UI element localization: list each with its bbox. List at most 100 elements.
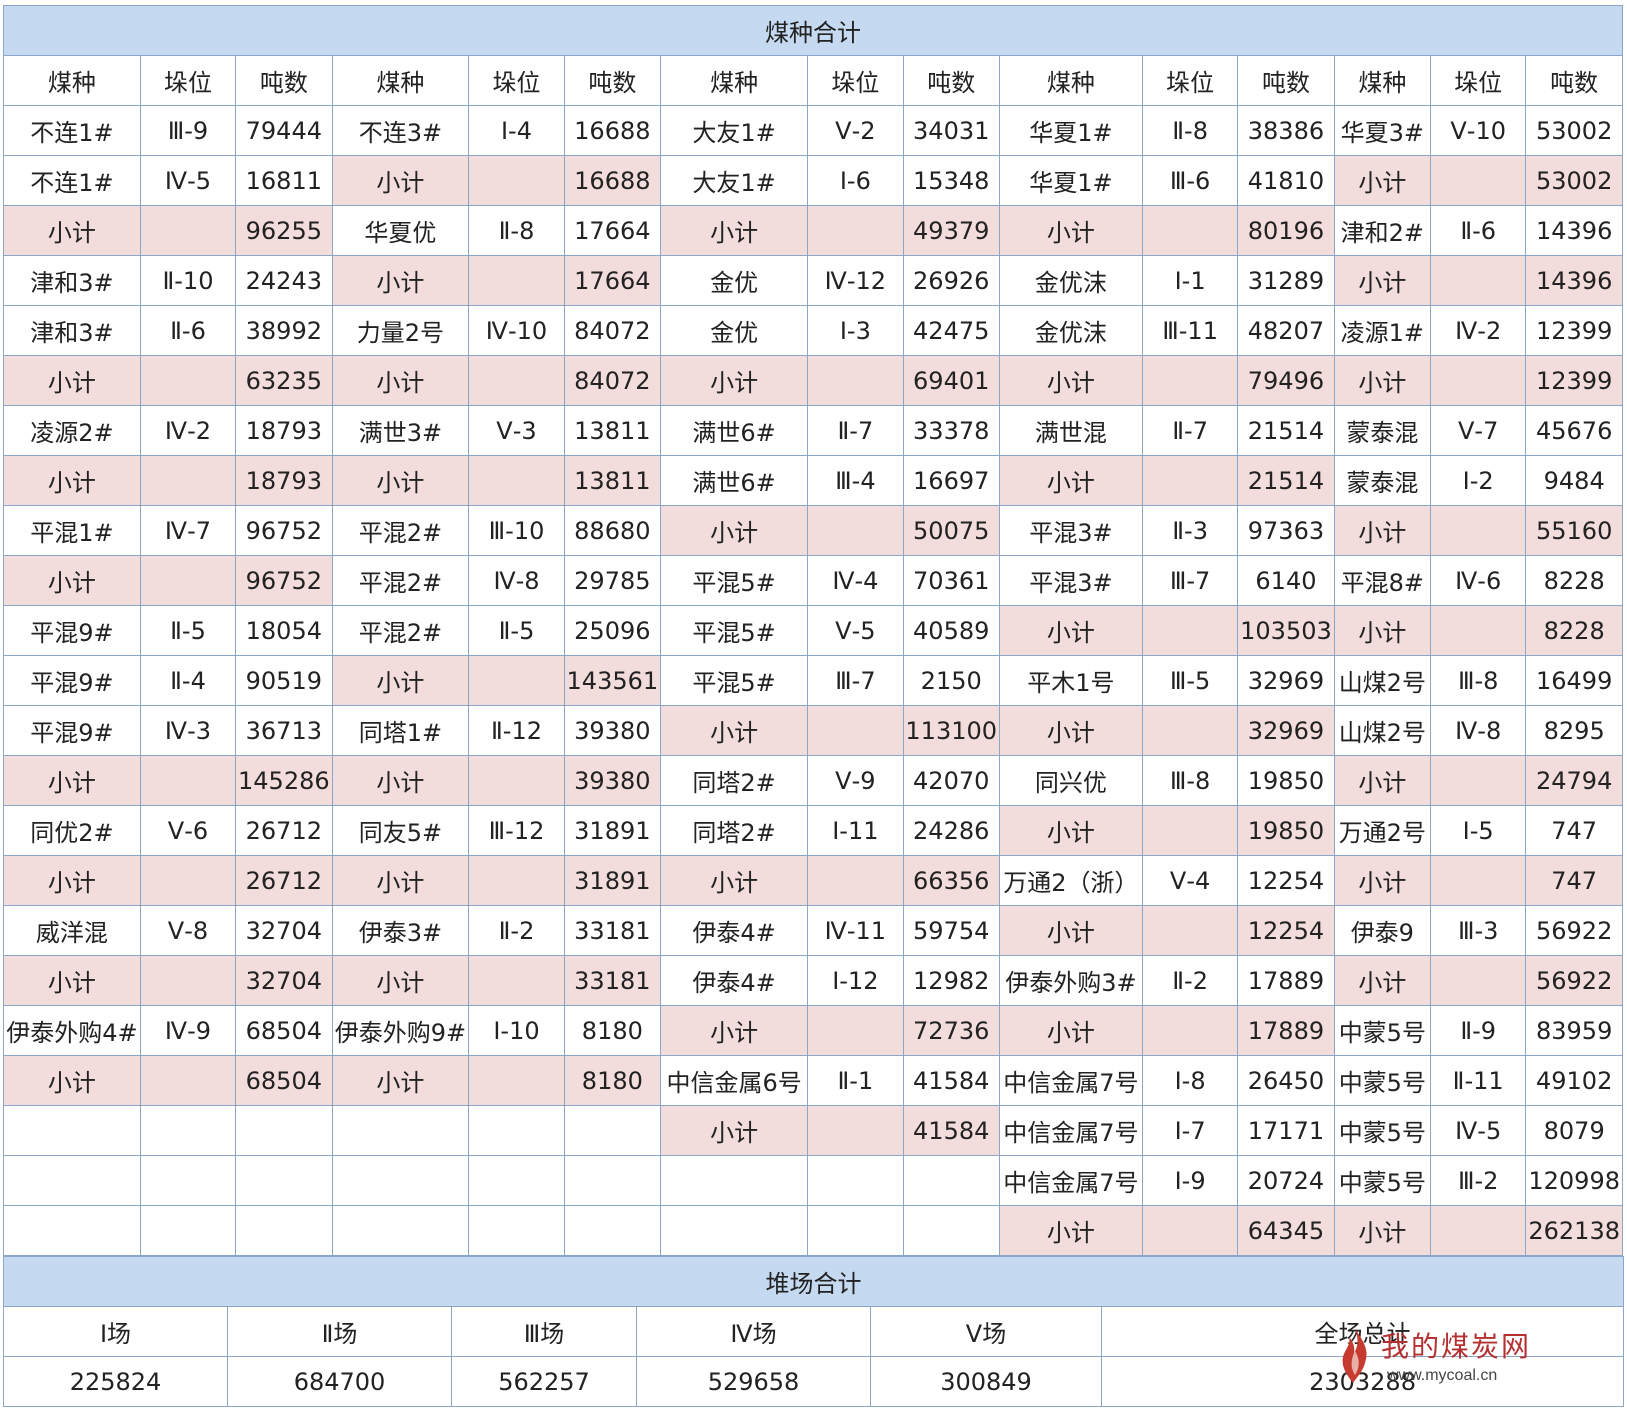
tonnage-cell: 64345 bbox=[1237, 1205, 1335, 1256]
pile-position-cell: Ⅲ-12 bbox=[468, 805, 565, 856]
pile-position-cell: Ⅳ-2 bbox=[139, 405, 237, 456]
pile-position-cell: Ⅲ-7 bbox=[1141, 555, 1239, 606]
tonnage-cell: 36713 bbox=[235, 705, 333, 756]
pile-position-cell: Ⅱ-4 bbox=[139, 655, 237, 706]
subtotal-label-cell: 小计 bbox=[1333, 255, 1432, 306]
coal-name-cell: 中信金属7号 bbox=[998, 1105, 1143, 1156]
subtotal-label-cell: 小计 bbox=[331, 355, 470, 406]
table-row: 平混1# Ⅳ-7 96752 平混2# Ⅲ-10 88680 小计 50075 平混3# Ⅱ-3 9… bbox=[3, 505, 1623, 556]
tonnage-cell: 49102 bbox=[1525, 1055, 1623, 1106]
subtotal-label-cell: 小计 bbox=[331, 155, 470, 206]
subtotal-label-cell: 小计 bbox=[998, 705, 1143, 756]
subtotal-label-cell: 小计 bbox=[660, 705, 809, 756]
pile-position-cell: Ⅳ-6 bbox=[1430, 555, 1527, 606]
pile-position-cell: Ⅳ-2 bbox=[1430, 305, 1527, 356]
tonnage-cell: 17664 bbox=[563, 255, 662, 306]
coal-name-cell: 金优沫 bbox=[998, 305, 1143, 356]
subtotal-label-cell: 小计 bbox=[660, 355, 809, 406]
subtotal-label-cell: 小计 bbox=[998, 455, 1143, 506]
pile-position-cell bbox=[1430, 955, 1527, 1006]
tonnage-cell: 56922 bbox=[1525, 905, 1623, 956]
coal-name-cell: 同兴优 bbox=[998, 755, 1143, 806]
pile-position-cell bbox=[139, 1155, 237, 1206]
table-row: 小计 32704 小计 33181 伊泰4# Ⅰ-12 12982 伊泰外购3# Ⅱ-2 1788… bbox=[3, 955, 1623, 1006]
coal-name-cell: 金优 bbox=[660, 255, 809, 306]
subtotal-label-cell: 小计 bbox=[1333, 855, 1432, 906]
coal-name-cell: 伊泰外购4# bbox=[3, 1005, 141, 1056]
tonnage-cell: 26712 bbox=[235, 805, 333, 856]
coal-name-cell: 平混9# bbox=[3, 605, 141, 656]
tonnage-cell: 49379 bbox=[902, 205, 1000, 256]
subtotal-label-cell: 小计 bbox=[3, 1055, 141, 1106]
pile-position-cell bbox=[807, 1005, 904, 1056]
tonnage-cell: 42475 bbox=[902, 305, 1000, 356]
tonnage-cell: 34031 bbox=[902, 105, 1000, 156]
pile-position-cell bbox=[807, 205, 904, 256]
subtotal-label-cell: 小计 bbox=[331, 255, 470, 306]
subtotal-label-cell: 小计 bbox=[331, 755, 470, 806]
pile-position-cell: Ⅴ-7 bbox=[1430, 405, 1527, 456]
table-row: 威洋混 Ⅴ-8 32704 伊泰3# Ⅱ-2 33181 伊泰4# Ⅳ-11 59754 小计 12… bbox=[3, 905, 1623, 956]
pile-position-cell: Ⅲ-8 bbox=[1141, 755, 1239, 806]
tonnage-cell: 24243 bbox=[235, 255, 333, 306]
tonnage-cell: 14396 bbox=[1525, 205, 1623, 256]
pile-position-cell: Ⅲ-3 bbox=[1430, 905, 1527, 956]
table-row: 小计 68504 小计 8180 中信金属6号 Ⅱ-1 41584 中信金属7号 Ⅰ-8 2645… bbox=[3, 1055, 1623, 1106]
tonnage-cell bbox=[563, 1155, 662, 1206]
coal-name-cell: 华夏1# bbox=[998, 105, 1143, 156]
tonnage-cell: 24794 bbox=[1525, 755, 1623, 806]
tonnage-cell: 6140 bbox=[1237, 555, 1335, 606]
pile-position-cell bbox=[1141, 605, 1239, 656]
tonnage-cell: 31891 bbox=[563, 855, 662, 906]
tonnage-cell: 29785 bbox=[563, 555, 662, 606]
table-row: 平混9# Ⅱ-5 18054 平混2# Ⅱ-5 25096 平混5# Ⅴ-5 40589 小计 10… bbox=[3, 605, 1623, 656]
pile-position-cell bbox=[139, 555, 237, 606]
subtotal-label-cell: 小计 bbox=[1333, 1205, 1432, 1256]
table-row: 小计 96752 平混2# Ⅳ-8 29785 平混5# Ⅳ-4 70361 平混3# Ⅲ-7 61… bbox=[3, 555, 1623, 606]
subtotal-label-cell: 小计 bbox=[660, 1105, 809, 1156]
subtotal-label-cell: 小计 bbox=[3, 205, 141, 256]
pile-position-cell bbox=[1430, 1205, 1527, 1256]
column-header: 煤种 bbox=[1333, 55, 1432, 106]
tonnage-cell: 18793 bbox=[235, 455, 333, 506]
tonnage-cell: 9484 bbox=[1525, 455, 1623, 506]
tonnage-cell: 12254 bbox=[1237, 905, 1335, 956]
pile-position-cell: Ⅳ-4 bbox=[807, 555, 904, 606]
coal-name-cell: 平混9# bbox=[3, 655, 141, 706]
column-header: 垛位 bbox=[807, 55, 904, 106]
pile-position-cell: Ⅱ-10 bbox=[139, 255, 237, 306]
tonnage-cell: 120998 bbox=[1525, 1155, 1623, 1206]
subtotal-label-cell: 小计 bbox=[660, 1005, 809, 1056]
column-header: 吨数 bbox=[563, 55, 662, 106]
pile-position-cell: Ⅲ-7 bbox=[807, 655, 904, 706]
coal-name-cell: 万通2（浙） bbox=[998, 855, 1143, 906]
pile-position-cell: Ⅱ-8 bbox=[1141, 105, 1239, 156]
coal-name-cell: 力量2号 bbox=[331, 305, 470, 356]
yard-value-cell: 300849 bbox=[870, 1356, 1102, 1407]
tonnage-cell: 13811 bbox=[563, 455, 662, 506]
tonnage-cell: 8228 bbox=[1525, 605, 1623, 656]
table-row: 小计 18793 小计 13811 满世6# Ⅲ-4 16697 小计 21514 蒙泰混 Ⅰ-2 9… bbox=[3, 455, 1623, 506]
tonnage-cell bbox=[563, 1105, 662, 1156]
tonnage-cell: 32969 bbox=[1237, 705, 1335, 756]
coal-name-cell: 平混5# bbox=[660, 555, 809, 606]
subtotal-label-cell: 小计 bbox=[998, 1005, 1143, 1056]
coal-name-cell: 中蒙5号 bbox=[1333, 1005, 1432, 1056]
tonnage-cell: 53002 bbox=[1525, 105, 1623, 156]
tonnage-cell: 12982 bbox=[902, 955, 1000, 1006]
tonnage-cell: 39380 bbox=[563, 705, 662, 756]
yard-value-cell: 225824 bbox=[3, 1356, 228, 1407]
tonnage-cell: 32704 bbox=[235, 955, 333, 1006]
pile-position-cell: Ⅱ-8 bbox=[468, 205, 565, 256]
pile-position-cell bbox=[807, 855, 904, 906]
tonnage-cell: 41584 bbox=[902, 1055, 1000, 1106]
tonnage-cell: 32969 bbox=[1237, 655, 1335, 706]
subtotal-label-cell: 小计 bbox=[3, 455, 141, 506]
coal-name-cell: 蒙泰混 bbox=[1333, 455, 1432, 506]
yard-header-cell: Ⅴ场 bbox=[870, 1306, 1102, 1357]
yard-value-cell: 562257 bbox=[451, 1356, 637, 1407]
tonnage-cell: 17171 bbox=[1237, 1105, 1335, 1156]
tonnage-cell bbox=[902, 1205, 1000, 1256]
tonnage-cell: 97363 bbox=[1237, 505, 1335, 556]
tonnage-cell: 18054 bbox=[235, 605, 333, 656]
